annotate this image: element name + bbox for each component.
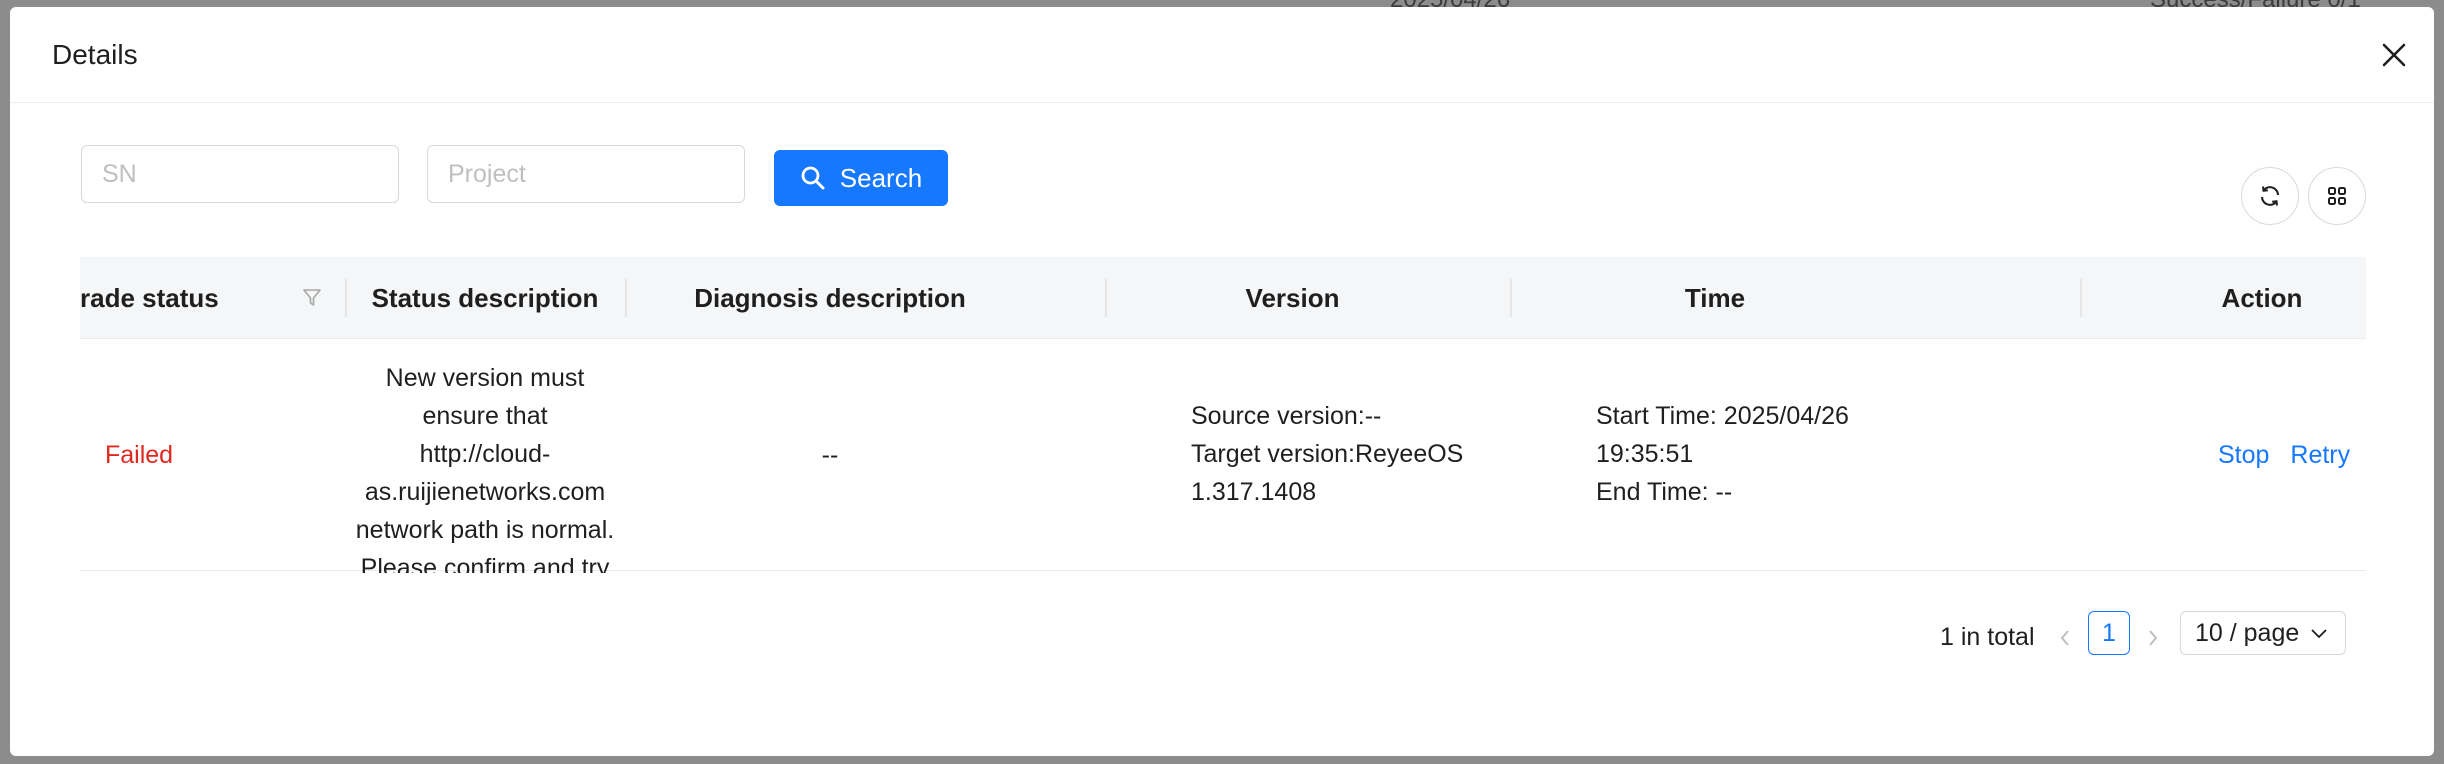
page-1-button[interactable]: 1 [2088,611,2130,655]
status-description-line: as.ruijienetworks.com [364,478,606,506]
column-separator [1510,279,1512,317]
action-cell: Stop Retry [2218,436,2350,474]
search-button[interactable]: Search [774,150,948,206]
refresh-button[interactable] [2241,167,2299,225]
details-modal: Details Search rad [10,7,2434,756]
status-description-line: Please confirm and try again. [360,554,610,573]
column-settings-button[interactable] [2308,167,2366,225]
prev-page-button[interactable] [2050,615,2080,661]
filter-icon [303,289,321,306]
table-row: Failed New version must ensure that http… [80,339,2366,573]
table-header: rade status Status description Diagnosis… [80,257,2366,339]
version-line: Source version:-- [1191,402,1382,430]
column-separator [625,279,627,317]
close-icon [2382,43,2406,67]
grid-icon [2328,187,2346,205]
version-line: 1.317.1408 [1191,478,1317,506]
sn-input[interactable] [81,145,399,203]
column-action: Action [2221,283,2303,313]
modal-header: Details [10,7,2434,103]
column-separator [2080,279,2082,317]
close-button[interactable] [2374,35,2414,75]
search-icon [801,166,825,190]
status-description-line: http://cloud- [419,440,551,468]
column-upgrade-status: rade status [80,283,219,313]
version-line: Target version:ReyeeOS [1191,440,1464,468]
diagnosis-description-cell: -- [821,441,839,469]
version-cell: Source version:-- Target version:ReyeeOS… [1191,397,1463,511]
status-filter-button[interactable] [302,287,322,314]
stop-link[interactable]: Stop [2218,441,2269,469]
page-size-value: 10 / page [2195,618,2300,647]
column-separator [1105,279,1107,317]
time-line: End Time: -- [1596,478,1733,506]
refresh-icon [2261,186,2279,206]
pagination-total: 1 in total [1940,623,2035,651]
column-diagnosis-description: Diagnosis description [694,283,966,313]
time-line: Start Time: 2025/04/26 [1596,402,1849,430]
page-size-select[interactable]: 10 / page [2180,611,2346,655]
column-separator [345,279,347,317]
column-status-description: Status description [371,283,599,313]
modal-title: Details [52,39,138,70]
chevron-left-icon [2060,630,2069,646]
retry-link[interactable]: Retry [2290,441,2350,469]
next-page-button[interactable] [2138,615,2168,661]
details-table: rade status Status description Diagnosis… [80,257,2366,573]
chevron-right-icon [2149,630,2158,646]
search-button-label: Search [839,162,923,193]
column-time: Time [1684,283,1746,313]
chevron-down-icon [2311,629,2327,639]
upgrade-status-cell: Failed [105,441,174,469]
status-description-line: New version must ensure that [385,364,585,430]
status-description-line: network path is normal. [355,516,615,544]
time-line: 19:35:51 [1596,440,1694,468]
project-input[interactable] [427,145,745,203]
column-version: Version [1245,283,1340,313]
status-description-cell: New version must ensure that http://clou… [350,359,620,573]
time-cell: Start Time: 2025/04/26 19:35:51 End Time… [1596,397,1849,511]
